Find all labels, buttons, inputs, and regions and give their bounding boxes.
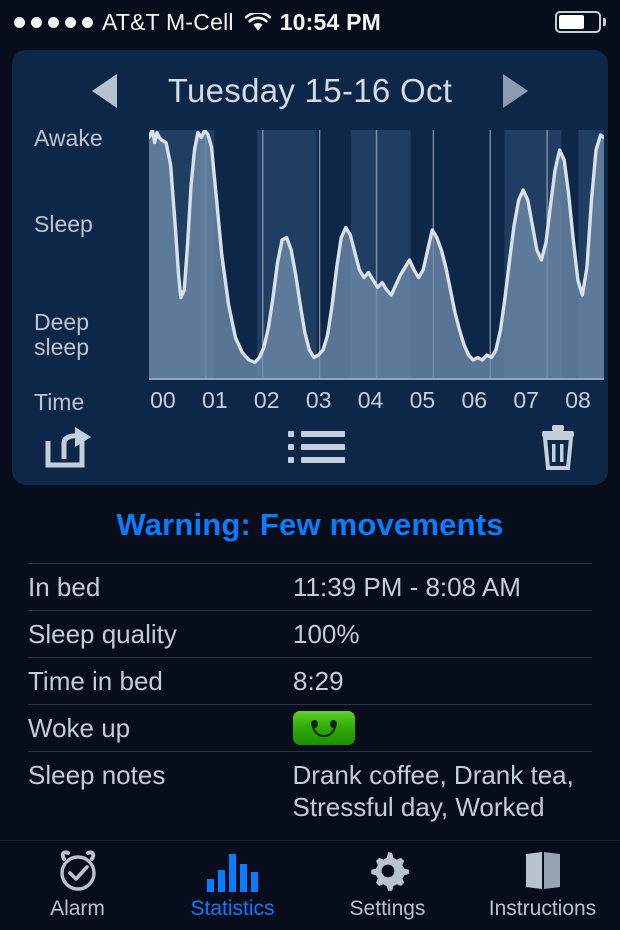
x-tick-label: 00 [150,387,176,413]
signal-dot [14,16,25,28]
signal-dot [31,16,42,28]
x-tick-label: 05 [409,387,436,413]
table-row[interactable]: Time in bed 8:29 [28,658,592,705]
tab-label: Instructions [488,897,597,920]
smiley-happy-icon [293,711,355,745]
row-label: Time in bed [28,665,163,696]
y-label-deep-sleep: Deep sleep [34,309,89,360]
x-tick-label: 08 [565,387,591,413]
gear-icon [367,850,409,892]
x-tick-label: 06 [461,387,488,413]
next-day-button[interactable] [503,74,528,108]
list-row [287,431,345,437]
date-navigation-header: Tuesday 15-16 Oct [12,60,608,122]
status-bar: AT&T M-Cell 10:54 PM [0,0,620,44]
row-label: Woke up [28,712,131,743]
date-title: Tuesday 15-16 Oct [167,72,453,109]
y-label-time: Time [34,389,85,415]
tab-label: Settings [349,897,426,920]
list-row [287,457,345,463]
tab-settings[interactable]: Settings [310,841,465,930]
table-row[interactable]: Sleep notes Drank coffee, Drank tea, Stre… [28,752,592,823]
sleep-graph[interactable]: Awake Sleep Deep sleep Time 00 01 02 03 04 05 0… [12,122,608,417]
x-tick-label: 07 [513,387,539,413]
battery-fill [559,15,584,29]
share-icon[interactable] [42,425,94,469]
y-label-awake: Awake [34,125,103,151]
carrier-label: AT&T M-Cell [102,8,234,35]
tab-statistics[interactable]: Statistics [155,841,310,930]
row-label: Sleep notes [28,760,166,790]
x-tick-label: 03 [305,387,332,413]
book-icon [523,850,563,892]
signal-strength-dots [14,16,93,28]
row-value: 100% [293,618,360,649]
signal-dot [82,16,93,28]
row-value: Drank coffee, Drank tea, Stressful day, … [292,760,574,822]
table-row[interactable]: Sleep quality 100% [28,611,592,658]
warning-message: Warning: Few movements [116,507,504,542]
battery-icon [555,11,601,33]
previous-day-button[interactable] [92,74,117,108]
bar-chart-icon [207,850,258,892]
battery-cap [603,18,606,26]
wifi-icon [244,12,271,32]
tab-label: Alarm [50,897,105,920]
row-label: In bed [28,571,101,602]
smiley-mouth [312,725,336,737]
list-row [287,444,345,450]
row-value: 11:39 PM - 8:08 AM [293,571,521,602]
x-tick-label: 02 [253,387,280,413]
graph-toolbar [12,417,608,479]
sleep-graph-plot [149,130,604,380]
y-label-sleep: Sleep [34,211,93,237]
alarm-clock-icon [56,850,100,892]
x-tick-label: 04 [357,387,384,413]
clock-label: 10:54 PM [279,8,382,35]
signal-dot [48,16,59,28]
row-label: Sleep quality [28,618,177,649]
x-tick-label: 01 [202,387,228,413]
sleep-graph-card: Tuesday 15-16 Oct Awake Sleep Deep sleep … [12,50,608,485]
sleep-details-table: In bed 11:39 PM - 8:08 AM Sleep quality 100… [28,563,592,823]
tab-alarm[interactable]: Alarm [0,841,155,930]
tab-label: Statistics [190,897,275,920]
list-icon[interactable] [287,431,345,463]
signal-dot [65,16,76,28]
tab-instructions[interactable]: Instructions [465,841,620,930]
table-row[interactable]: Woke up [28,705,592,752]
trash-icon[interactable] [538,424,578,470]
x-axis-tick-labels: 00 01 02 03 04 05 06 07 08 [149,387,604,414]
table-row[interactable]: In bed 11:39 PM - 8:08 AM [28,564,592,611]
row-value: 8:29 [293,665,344,696]
bottom-tab-bar: Alarm Statistics Settings Instructions [0,840,620,930]
y-axis-labels: Awake Sleep Deep sleep Time [34,122,144,417]
